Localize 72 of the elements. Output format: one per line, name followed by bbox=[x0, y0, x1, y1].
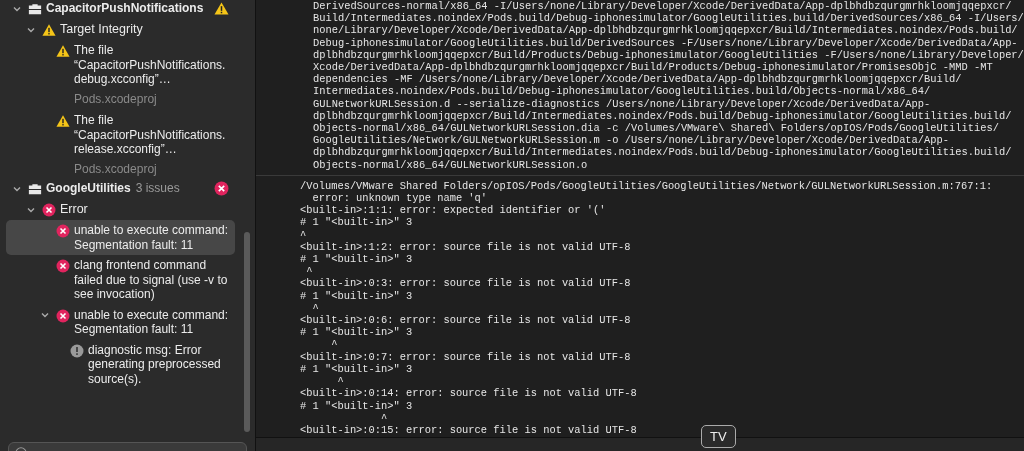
issue-row[interactable]: unable to execute command: Segmentation fault: 11 bbox=[6, 220, 235, 255]
issue-row[interactable]: clang frontend command failed due to signal (use -v to see invocation) bbox=[6, 255, 235, 305]
issue-text: Error bbox=[60, 202, 88, 217]
chevron-icon[interactable] bbox=[40, 310, 50, 320]
toolbox-icon bbox=[28, 2, 42, 16]
log-line: dependencies -MF /Users/none/Library/Developer/Xcode/DerivedData/App-dplbhdbzqurgmrhkloomjqqepxcr/Build/ bbox=[313, 73, 962, 86]
category-row[interactable]: Error bbox=[6, 200, 235, 220]
warning-icon bbox=[42, 23, 56, 37]
log-line: # 1 "<built-in>" 3 bbox=[300, 362, 413, 376]
issue-text: The file “CapacitorPushNotifications.release.xcconfig”… bbox=[74, 113, 227, 157]
log-line: Objects-normal/x86_64/GULNetworkURLSession.o bbox=[313, 158, 588, 171]
log-line: ^ bbox=[311, 301, 319, 315]
log-line: none/Library/Developer/Xcode/DerivedData/App-dplbhdbzqurgmrhkloomjqqepxcr/Build/Intermediates.noindex/Pods.build/ bbox=[313, 24, 1018, 37]
log-line: <built-in>:1:1: error: expected identifier or '(' bbox=[300, 204, 606, 217]
log-line: dplbhdbzqurgmrhkloomjqqepxcr/Build/Products/Debug-iphonesimulator/GoogleUtilities -F/Users/none/Library/Developer/ bbox=[313, 48, 1024, 61]
issue-row[interactable]: The file “CapacitorPushNotifications.debug.xcconfig”… Pods.xcodeproj bbox=[6, 40, 235, 110]
log-line: GoogleUtilities/Network/GULNetworkURLSession.m -o /Users/none/Library/Developer/Xcode/DerivedData/App- bbox=[313, 134, 949, 147]
log-line: # 1 "<built-in>" 3 bbox=[300, 289, 413, 302]
log-line: <built-in>:0:3: error: source file is not valid UTF-8 bbox=[300, 277, 631, 290]
log-line: Debug-iphonesimulator/GoogleUtilities.build/DerivedSources -F/Users/none/Library/Developer/Xcode/DerivedData/App- bbox=[313, 36, 1018, 49]
issue-row[interactable]: diagnostic msg: Error generating preprocessed source(s). bbox=[6, 339, 235, 389]
tooltip: TV bbox=[701, 425, 736, 448]
issue-text: Target Integrity bbox=[60, 22, 143, 37]
log-line: /Volumes/VMware Shared Folders/opIOS/Pods/GoogleUtilities/GoogleUtilities/Network/GULNetworkURLSession.m:767:1: bbox=[300, 179, 993, 193]
log-line: # 1 "<built-in>" 3 bbox=[300, 399, 413, 412]
log-line: ^ bbox=[305, 265, 313, 278]
target-name: CapacitorPushNotifications bbox=[46, 1, 204, 16]
log-line: Objects-normal/x86_64/GULNetworkURLSession.dia -c /Volumes/VMware\ Shared\ Folders/opIOS/Pods/GoogleUtilities/ bbox=[313, 122, 999, 135]
target-name: GoogleUtilities bbox=[46, 181, 131, 196]
log-line: Build/Intermediates.noindex/Pods.build/Debug-iphonesimulator/GoogleUtilities.build/DerivedSources/x86_64 -I/Users/ bbox=[313, 12, 1024, 25]
issue-count: 3 issues bbox=[135, 181, 180, 196]
log-line: ^ bbox=[330, 338, 338, 351]
scrollbar[interactable] bbox=[244, 232, 250, 432]
log-line: Intermediates.noindex/Pods.build/Debug-iphonesimulator/GoogleUtilities.build/Objects-normal/x86_64/ bbox=[313, 85, 931, 98]
log-line: <built-in>:0:14: error: source file is not valid UTF-8 bbox=[300, 387, 637, 400]
log-line: ^ bbox=[380, 411, 388, 424]
log-line: error: unknown type name 'q' bbox=[311, 192, 488, 205]
issue-file: Pods.xcodeproj bbox=[74, 161, 158, 176]
issue-text: diagnostic msg: Error generating preprocessed source(s). bbox=[88, 342, 222, 386]
log-line: <built-in>:0:7: error: source file is not valid UTF-8 bbox=[300, 350, 631, 363]
error-icon bbox=[42, 203, 56, 217]
toolbox-icon bbox=[28, 182, 42, 196]
category-row[interactable]: Target Integrity bbox=[6, 20, 235, 40]
issue-text: The file “CapacitorPushNotifications.debug.xcconfig”… bbox=[74, 43, 227, 87]
target-row[interactable]: CapacitorPushNotifications bbox=[6, 0, 235, 20]
warning-icon bbox=[56, 44, 70, 58]
error-icon bbox=[56, 259, 70, 273]
target-row[interactable]: GoogleUtilities 3 issues bbox=[6, 180, 235, 200]
log-line: <built-in>:0:6: error: source file is not valid UTF-8 bbox=[300, 314, 631, 327]
issue-row[interactable]: The file “CapacitorPushNotifications.release.xcconfig”… Pods.xcodeproj bbox=[6, 110, 235, 180]
log-line: # 1 "<built-in>" 3 bbox=[300, 216, 413, 229]
log-line: # 1 "<built-in>" 3 bbox=[300, 253, 413, 266]
issue-text: unable to execute command: Segmentation fault: 11 bbox=[74, 223, 229, 252]
issue-file: Pods.xcodeproj bbox=[74, 91, 158, 106]
log-line: ^ bbox=[336, 375, 344, 388]
log-line: DerivedSources-normal/x86_64 -I/Users/none/Library/Developer/Xcode/DerivedData/App-dplbhdbzqurgmrhkloomjqqepxcr/ bbox=[313, 0, 1012, 13]
log-line: <built-in>:1:2: error: source file is not valid UTF-8 bbox=[300, 240, 631, 254]
log-line: dplbhdbzqurgmrhkloomjqqepxcr/Build/Intermediates.noindex/Pods.build/Debug-iphonesimulator/GoogleUtilities.build/ bbox=[313, 109, 1012, 123]
warning-icon bbox=[56, 114, 70, 128]
log-line: GULNetworkURLSession.d --serialize-diagnostics /Users/none/Library/Developer/Xcode/DerivedData/App- bbox=[313, 97, 931, 110]
info-icon bbox=[70, 343, 84, 358]
issue-row[interactable]: unable to execute command: Segmentation fault: 11 bbox=[6, 304, 235, 340]
error-icon bbox=[214, 181, 229, 196]
error-icon bbox=[56, 308, 70, 323]
log-line: dplbhdbzqurgmrhkloomjqqepxcr/Build/Intermediates.noindex/Pods.build/Debug-iphonesimulator/GoogleUtilities.build/ bbox=[313, 146, 1012, 159]
log-line: ^ bbox=[300, 228, 307, 241]
log-line: <built-in>:0:15: error: source file is not valid UTF-8 bbox=[300, 423, 637, 437]
log-line: Xcode/DerivedData/App-dplbhdbzqurgmrhkloomjqqepxcr/Build/Products/Debug-iphonesimulator/PromisesObjC -MMD -MT bbox=[313, 61, 993, 74]
error-icon bbox=[56, 224, 70, 238]
issue-text: unable to execute command: Segmentation fault: 11 bbox=[74, 307, 229, 337]
issue-text: clang frontend command failed due to signal (use -v to see invocation) bbox=[74, 258, 229, 302]
log-line: # 1 "<built-in>" 3 bbox=[300, 326, 413, 339]
